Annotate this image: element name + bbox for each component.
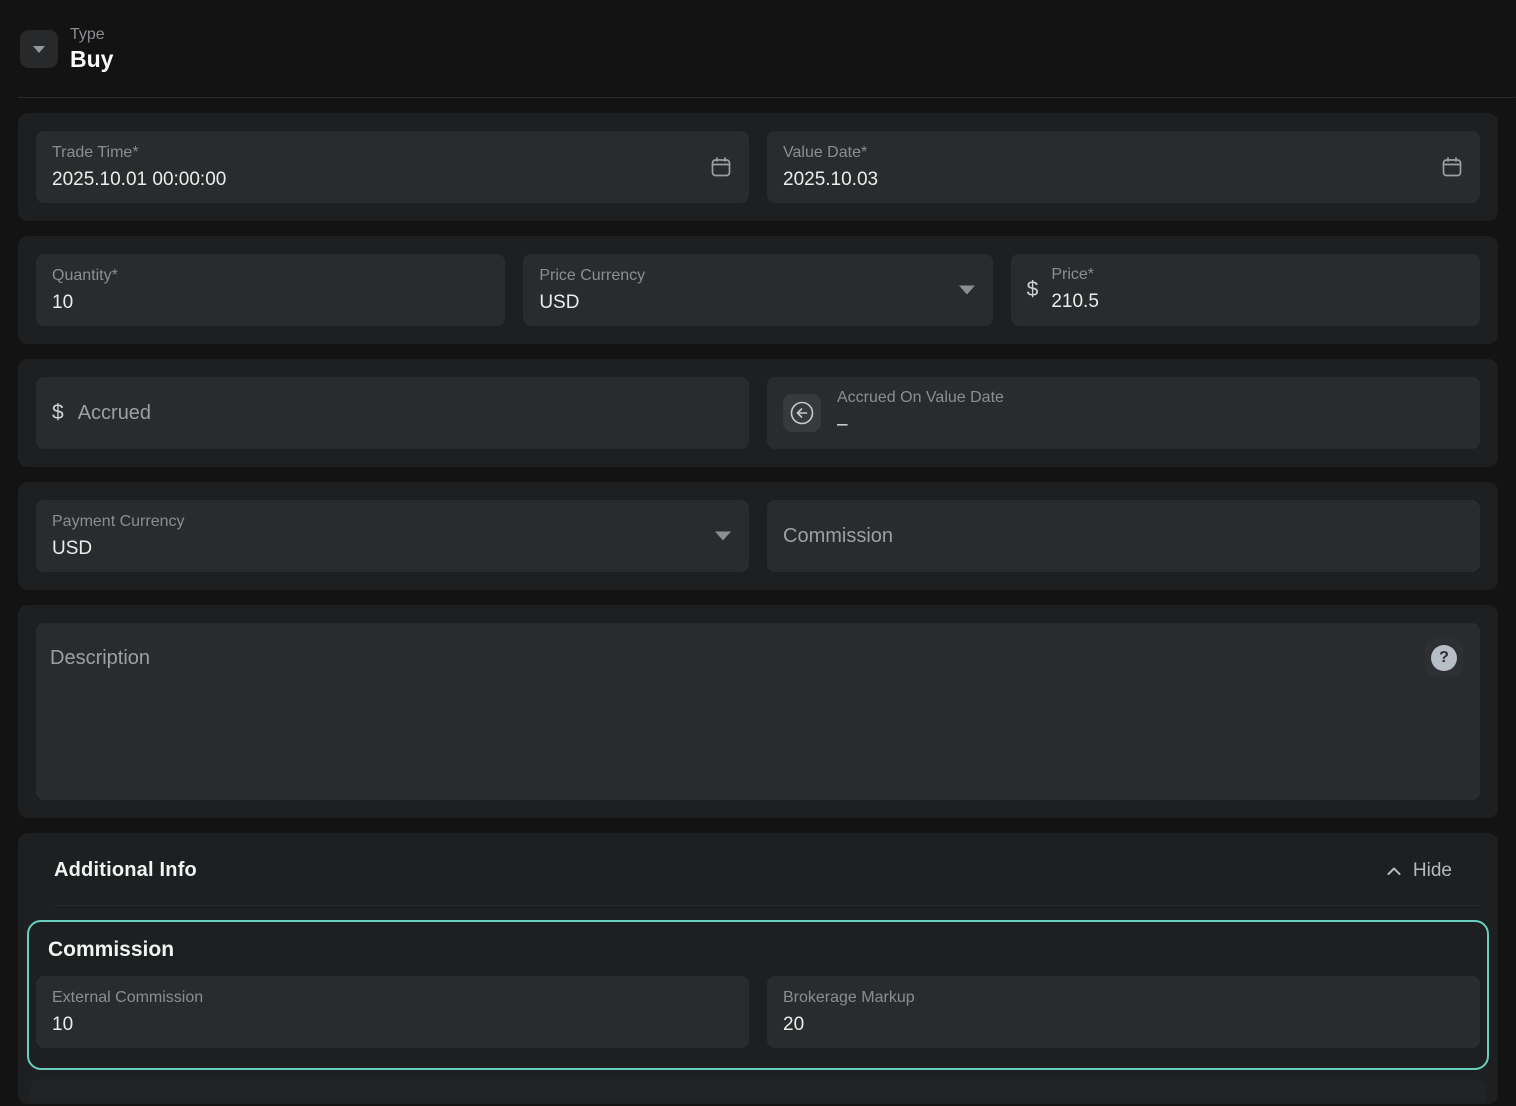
circle-arrow-left-icon — [788, 399, 816, 427]
description-row: Description ? — [18, 605, 1498, 818]
type-selector-row: Type Buy — [0, 0, 1516, 97]
value-date-field[interactable]: Value Date* 2025.10.03 — [767, 131, 1480, 203]
calendar-icon[interactable] — [1440, 155, 1464, 179]
hide-toggle-button[interactable]: Hide — [1384, 860, 1452, 882]
external-commission-value: 10 — [52, 1013, 733, 1038]
value-date-label: Value Date* — [783, 143, 1464, 164]
price-currency-select[interactable]: Price Currency USD — [523, 254, 992, 326]
commission-field[interactable]: Commission — [767, 500, 1480, 572]
description-field[interactable]: Description ? — [36, 623, 1480, 800]
commission-fields-row: External Commission 10 Brokerage Markup … — [36, 976, 1480, 1048]
trade-time-field[interactable]: Trade Time* 2025.10.01 00:00:00 — [36, 131, 749, 203]
external-commission-label: External Commission — [52, 988, 733, 1009]
price-currency-value: USD — [539, 291, 976, 316]
accrued-on-value-date-field: Accrued On Value Date – — [767, 377, 1480, 449]
brokerage-markup-field[interactable]: Brokerage Markup 20 — [767, 976, 1480, 1048]
type-selector-text: Type Buy — [70, 25, 113, 74]
type-dropdown-button[interactable] — [20, 30, 58, 68]
external-commission-field[interactable]: External Commission 10 — [36, 976, 749, 1048]
copy-back-button[interactable] — [783, 394, 821, 432]
price-label: Price* — [1051, 265, 1099, 286]
brokerage-markup-label: Brokerage Markup — [783, 988, 1464, 1009]
accrued-placeholder: Accrued — [78, 402, 151, 425]
quantity-label: Quantity* — [52, 266, 489, 287]
trade-form: Type Buy Trade Time* 2025.10.01 00:00:00… — [0, 0, 1516, 1104]
price-field[interactable]: $ Price* 210.5 — [1011, 254, 1480, 326]
payment-currency-value: USD — [52, 537, 733, 562]
payment-currency-select[interactable]: Payment Currency USD — [36, 500, 749, 572]
type-value: Buy — [70, 46, 113, 74]
price-value: 210.5 — [1051, 290, 1099, 315]
caret-down-icon — [715, 532, 731, 541]
trade-time-label: Trade Time* — [52, 143, 733, 164]
accrued-row: $ Accrued Accrued On Value Date – — [18, 359, 1498, 467]
description-placeholder: Description — [50, 647, 150, 669]
value-date-value: 2025.10.03 — [783, 168, 1464, 193]
additional-info-title: Additional Info — [54, 859, 197, 882]
question-mark-icon: ? — [1431, 645, 1457, 671]
commission-placeholder: Commission — [783, 525, 893, 548]
additional-info-section: Additional Info Hide Commission External… — [18, 833, 1498, 1104]
hide-label: Hide — [1413, 860, 1452, 882]
caret-down-icon — [33, 46, 45, 53]
divider — [54, 905, 1480, 906]
divider — [18, 97, 1516, 98]
next-section-partial — [30, 1079, 1486, 1101]
quantity-field[interactable]: Quantity* 10 — [36, 254, 505, 326]
payment-commission-row: Payment Currency USD Commission — [18, 482, 1498, 590]
commission-section-title: Commission — [48, 936, 1480, 964]
caret-down-icon — [959, 286, 975, 295]
accrued-on-value-date-text: Accrued On Value Date – — [837, 388, 1004, 437]
additional-info-header: Additional Info Hide — [18, 833, 1498, 882]
brokerage-markup-value: 20 — [783, 1013, 1464, 1038]
quantity-price-row: Quantity* 10 Price Currency USD $ Price*… — [18, 236, 1498, 344]
type-label: Type — [70, 25, 113, 45]
price-currency-label: Price Currency — [539, 266, 976, 287]
trade-time-value: 2025.10.01 00:00:00 — [52, 168, 733, 193]
quantity-value: 10 — [52, 291, 489, 316]
price-text: Price* 210.5 — [1051, 265, 1099, 314]
help-button[interactable]: ? — [1425, 639, 1463, 677]
accrued-on-value-date-label: Accrued On Value Date — [837, 388, 1004, 409]
payment-currency-label: Payment Currency — [52, 512, 733, 533]
datetime-row: Trade Time* 2025.10.01 00:00:00 Value Da… — [18, 113, 1498, 221]
calendar-icon[interactable] — [709, 155, 733, 179]
chevron-up-icon — [1384, 861, 1404, 881]
dollar-icon: $ — [52, 401, 64, 425]
dollar-icon: $ — [1027, 278, 1039, 302]
commission-section: Commission External Commission 10 Broker… — [27, 920, 1489, 1070]
accrued-on-value-date-value: – — [837, 413, 1004, 438]
accrued-field[interactable]: $ Accrued — [36, 377, 749, 449]
